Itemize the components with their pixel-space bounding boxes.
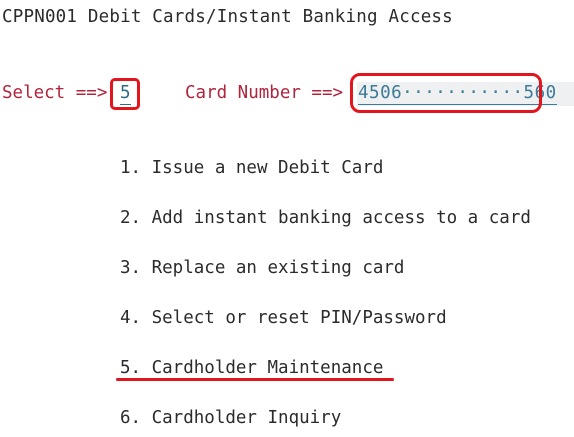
menu-item-add-instant-banking: 2. Add instant banking access to a card <box>120 208 531 228</box>
menu-item-issue-debit-card: 1. Issue a new Debit Card <box>120 158 384 178</box>
menu-item-reset-pin: 4. Select or reset PIN/Password <box>120 308 447 328</box>
select-highlight-box <box>110 78 140 110</box>
card-number-label: Card Number ==> <box>185 83 344 103</box>
screen-title: CPPN001 Debit Cards/Instant Banking Acce… <box>2 7 453 27</box>
menu-item-cardholder-maintenance: 5. Cardholder Maintenance <box>120 358 384 378</box>
menu-item-replace-card: 3. Replace an existing card <box>120 258 405 278</box>
selected-option-underline <box>116 378 394 381</box>
card-number-highlight-box <box>350 73 542 113</box>
select-label: Select ==> <box>2 83 108 103</box>
menu-item-cardholder-inquiry: 6. Cardholder Inquiry <box>120 408 342 428</box>
